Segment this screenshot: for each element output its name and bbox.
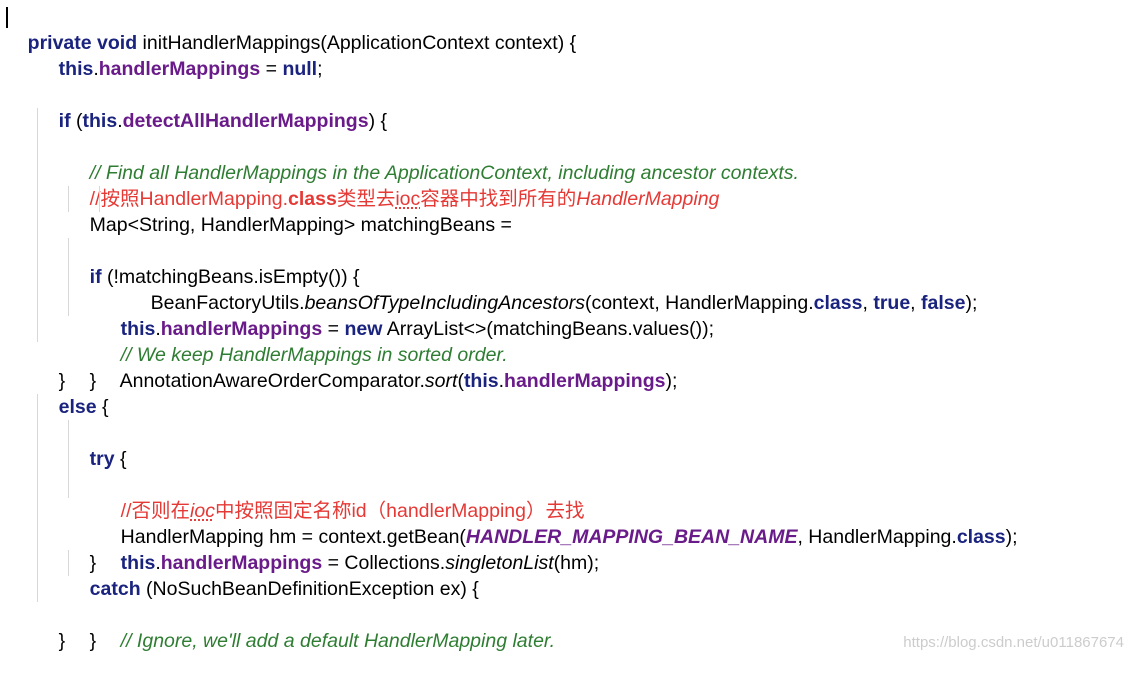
indent-guide [68, 446, 69, 472]
text-cursor [6, 7, 8, 28]
indent-guide [37, 160, 38, 186]
code-line-5: // Find all HandlerMappings in the Appli… [6, 108, 1128, 184]
code-line-13: } [6, 316, 1128, 392]
code-line-3-blank [6, 56, 1128, 82]
indent-guide [37, 134, 38, 160]
indent-guide [37, 550, 38, 576]
watermark: https://blog.csdn.net/u011867674 [903, 634, 1124, 651]
code-line-9: if (!matchingBeans.isEmpty()) { [6, 212, 1128, 288]
code-line-6: //按照HandlerMapping.class类型去ioc容器中找到所有的Ha… [6, 134, 1128, 210]
code-line-12: AnnotationAwareOrderComparator.sort(this… [6, 290, 1128, 392]
indent-guide [37, 498, 38, 524]
code-line-18: HandlerMapping hm = context.getBean(HAND… [6, 446, 1128, 548]
indent-guide [37, 420, 38, 446]
code-line-4: if (this.detectAllHandlerMappings) { [6, 82, 1128, 132]
code-line-15: else { [6, 368, 1128, 418]
code-line-1: private void initHandlerMappings(Applica… [6, 4, 1128, 54]
indent-guide [37, 394, 38, 420]
code-line-19: this.handlerMappings = Collections.singl… [6, 472, 1128, 574]
indent-guide [99, 186, 100, 212]
indent-guide [68, 472, 69, 498]
indent-guide [68, 420, 69, 446]
code-line-22: // Ignore, we'll add a default HandlerMa… [6, 550, 1128, 652]
indent-guide [68, 290, 69, 316]
code-line-10: this.handlerMappings = new ArrayList<>(m… [6, 238, 1128, 340]
code-line-7: Map<String, HandlerMapping> matchingBean… [6, 160, 1128, 236]
indent-guide [37, 264, 38, 290]
code-line-16: try { [6, 394, 1128, 470]
indent-guide [68, 238, 69, 264]
code-line-20: } [6, 498, 1128, 574]
indent-guide [37, 238, 38, 264]
code-line-8: BeanFactoryUtils.beansOfTypeIncludingAnc… [6, 186, 1128, 314]
indent-guide [37, 576, 38, 602]
code-line-11: // We keep HandlerMappings in sorted ord… [6, 264, 1128, 366]
code-line-17: //否则在ioc中按照固定名称id（handlerMapping）去找 [6, 420, 1128, 522]
code-line-2: this.handlerMappings = null; [6, 30, 1128, 80]
indent-guide [37, 108, 38, 134]
code-line-21: catch (NoSuchBeanDefinitionException ex)… [6, 524, 1128, 600]
indent-guide [37, 212, 38, 238]
brace-close: } [58, 630, 66, 652]
indent-guide [68, 550, 69, 576]
indent-guide [37, 186, 38, 212]
comment: // Ignore, we'll add a default HandlerMa… [120, 630, 556, 652]
indent-guide [37, 524, 38, 550]
indent-guide [37, 472, 38, 498]
code-line-14: } [6, 342, 1128, 392]
brace-close: } [89, 630, 97, 652]
indent-guide [37, 446, 38, 472]
code-line-24: } [6, 602, 1128, 652]
indent-guide [68, 186, 69, 212]
code-line-23: } [6, 576, 1128, 652]
indent-guide [37, 316, 38, 342]
indent-guide [68, 264, 69, 290]
indent-guide [37, 290, 38, 316]
code-editor[interactable]: private void initHandlerMappings(Applica… [6, 4, 1128, 652]
